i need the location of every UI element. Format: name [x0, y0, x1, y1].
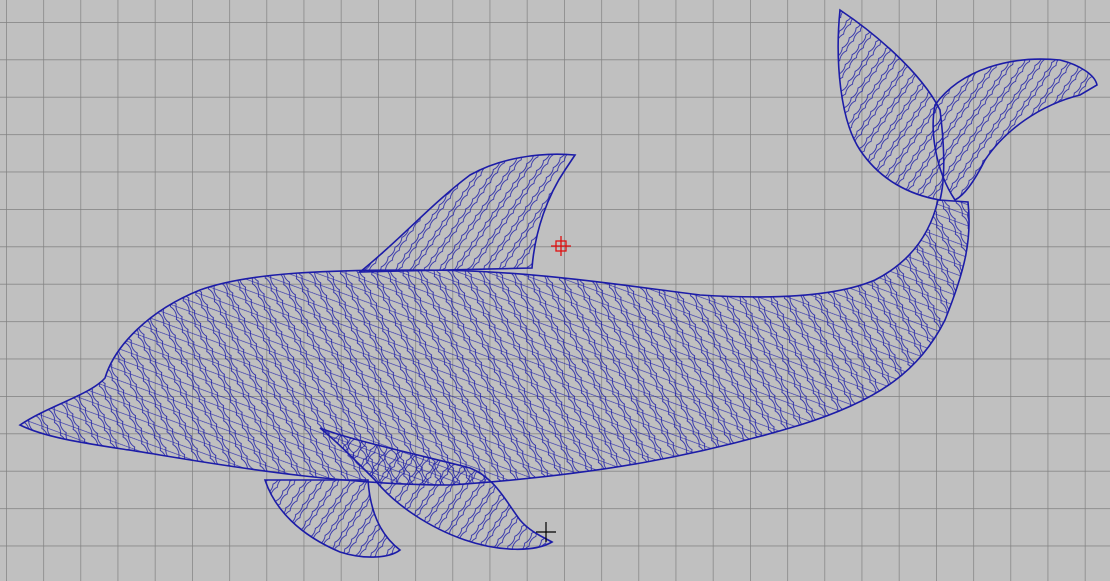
design-canvas[interactable] — [0, 0, 1110, 581]
